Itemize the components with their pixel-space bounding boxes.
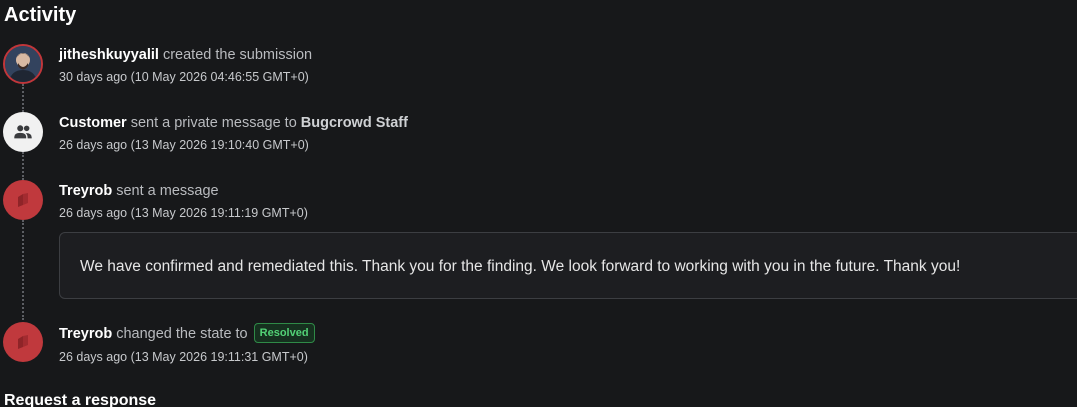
- actor-link[interactable]: Treyrob: [59, 183, 112, 199]
- group-avatar: [3, 112, 43, 152]
- brand-avatar[interactable]: [3, 322, 43, 362]
- brand-avatar[interactable]: [3, 180, 43, 220]
- action-text: created the submission: [162, 47, 313, 63]
- message-bubble: We have confirmed and remediated this. T…: [59, 232, 1077, 299]
- timestamp: 26 days ago (13 May 2026 19:11:31 GMT+0): [59, 350, 308, 364]
- timeline-connector: [22, 84, 24, 112]
- activity-item: Treyrob changed the state to Resolved 26…: [59, 323, 315, 365]
- activity-heading: Activity: [4, 4, 77, 26]
- activity-description: jitheshkuyyalil created the submission: [59, 46, 312, 64]
- actor-name: Customer: [59, 115, 127, 131]
- action-text: sent a private message to: [130, 115, 297, 131]
- people-icon: [14, 125, 32, 139]
- request-response-heading: Request a response: [4, 392, 157, 407]
- activity-description: Treyrob changed the state to Resolved: [59, 323, 315, 344]
- actor-link[interactable]: Treyrob: [59, 326, 112, 342]
- recipient-name: Bugcrowd Staff: [300, 115, 408, 131]
- timestamp: 26 days ago (13 May 2026 19:11:19 GMT+0): [59, 206, 308, 220]
- activity-item: jitheshkuyyalil created the submission 3…: [59, 46, 312, 85]
- activity-item: Customer sent a private message to Bugcr…: [59, 114, 408, 153]
- timestamp: 30 days ago (10 May 2026 04:46:55 GMT+0): [59, 70, 309, 84]
- timeline-connector: [22, 152, 24, 180]
- status-badge: Resolved: [253, 323, 315, 343]
- activity-description: Treyrob sent a message: [59, 182, 308, 200]
- brand-logo-icon: [18, 335, 28, 349]
- message-text: We have confirmed and remediated this. T…: [80, 258, 961, 275]
- activity-description: Customer sent a private message to Bugcr…: [59, 114, 408, 132]
- timestamp: 26 days ago (13 May 2026 19:10:40 GMT+0): [59, 138, 309, 152]
- user-avatar[interactable]: [3, 44, 43, 84]
- brand-logo-icon: [18, 193, 28, 207]
- activity-item: Treyrob sent a message 26 days ago (13 M…: [59, 182, 308, 221]
- action-text: changed the state to: [116, 325, 248, 342]
- action-text: sent a message: [116, 183, 219, 199]
- user-photo-icon: [5, 46, 41, 82]
- activity-panel: Activity jitheshkuyyalil created the sub…: [0, 0, 1077, 407]
- timeline-connector: [22, 220, 24, 320]
- actor-link[interactable]: jitheshkuyyalil: [59, 47, 159, 63]
